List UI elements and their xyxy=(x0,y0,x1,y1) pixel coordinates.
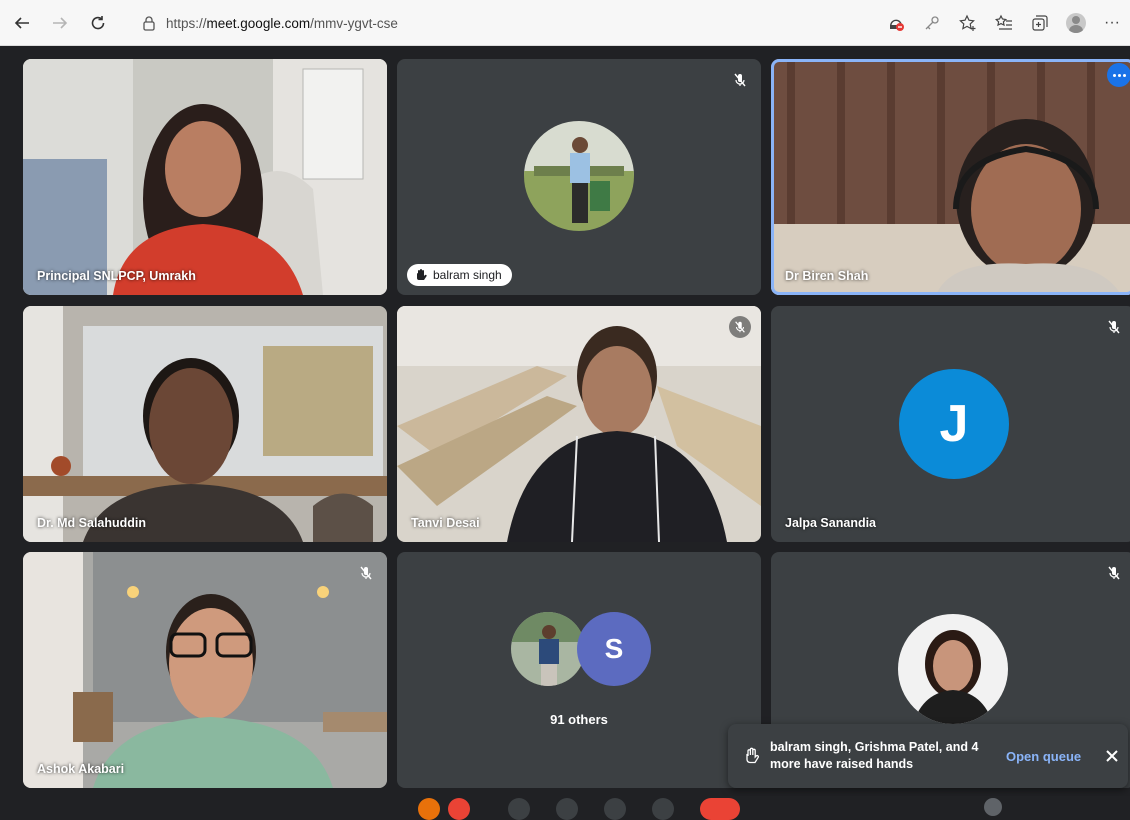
participant-tile-tanvi[interactable]: Tanvi Desai xyxy=(397,306,761,542)
favorites-list-icon xyxy=(995,14,1012,30)
muted-mic-icon xyxy=(729,316,751,338)
control-button[interactable] xyxy=(652,798,674,820)
more-dot xyxy=(1112,73,1116,77)
add-favorite-button[interactable] xyxy=(950,8,986,38)
dismiss-notification-button[interactable] xyxy=(1101,745,1123,767)
lock-icon xyxy=(143,16,155,31)
more-dot xyxy=(1117,73,1121,77)
participant-name: Jalpa Sanandia xyxy=(785,516,877,530)
participant-photo xyxy=(524,121,634,231)
forward-arrow-icon xyxy=(53,16,68,29)
others-tile[interactable]: S 91 others xyxy=(397,552,761,788)
key-icon xyxy=(925,16,939,30)
star-add-icon xyxy=(959,14,976,31)
camera-permission-button[interactable] xyxy=(878,8,914,38)
participant-video xyxy=(23,59,387,295)
leave-call-button[interactable] xyxy=(700,798,740,820)
collections-button[interactable] xyxy=(1022,8,1058,38)
participants-count-icon[interactable] xyxy=(984,798,1002,816)
participant-photo xyxy=(898,614,1008,724)
address-bar[interactable]: https://meet.google.com/mmv-ygvt-cse xyxy=(140,8,870,38)
collections-icon xyxy=(1032,15,1048,31)
participant-video xyxy=(771,59,1130,295)
participant-avatar: J xyxy=(899,369,1009,479)
participant-name: balram singh xyxy=(433,268,502,282)
participant-name: Principal SNLPCP, Umrakh xyxy=(37,269,196,283)
participant-tile-jalpa[interactable]: J Jalpa Sanandia xyxy=(771,306,1130,542)
more-options-label: ··· xyxy=(1104,14,1120,31)
forward-button[interactable] xyxy=(44,7,76,39)
url-path: /mmv-ygvt-cse xyxy=(310,15,398,31)
participant-tile-balram[interactable]: balram singh xyxy=(397,59,761,295)
raised-hand-icon xyxy=(417,269,427,280)
others-avatar: S xyxy=(577,612,651,686)
url-host: meet.google.com xyxy=(206,15,311,31)
control-button[interactable] xyxy=(604,798,626,820)
raised-hands-notification: balram singh, Grishma Patel, and 4 more … xyxy=(728,724,1128,788)
control-button[interactable] xyxy=(418,798,440,820)
password-button[interactable] xyxy=(914,8,950,38)
browser-toolbar: https://meet.google.com/mmv-ygvt-cse ··· xyxy=(0,0,1130,46)
participant-name: Ashok Akabari xyxy=(37,762,125,776)
control-button[interactable] xyxy=(556,798,578,820)
open-queue-button[interactable]: Open queue xyxy=(1006,749,1081,764)
meeting-controls-bar xyxy=(0,796,1130,820)
raised-hand-icon xyxy=(740,747,764,765)
muted-mic-icon xyxy=(355,562,377,584)
participant-tile-salahuddin[interactable]: Dr. Md Salahuddin xyxy=(23,306,387,542)
participant-video xyxy=(23,552,387,788)
muted-mic-icon xyxy=(729,69,751,91)
participant-tile-principal[interactable]: Principal SNLPCP, Umrakh xyxy=(23,59,387,295)
browser-tools: ··· xyxy=(878,8,1130,38)
profile-avatar-icon xyxy=(1066,13,1086,33)
back-arrow-icon xyxy=(14,16,29,29)
raised-hands-message: balram singh, Grishma Patel, and 4 more … xyxy=(770,740,979,771)
participant-name: Tanvi Desai xyxy=(411,516,480,530)
back-button[interactable] xyxy=(6,7,38,39)
more-options-button[interactable]: ··· xyxy=(1094,8,1130,38)
control-button[interactable] xyxy=(508,798,530,820)
reload-icon xyxy=(91,15,105,29)
participant-photo xyxy=(511,612,585,686)
reload-button[interactable] xyxy=(82,7,114,39)
muted-mic-icon xyxy=(1103,562,1125,584)
participant-name: Dr Biren Shah xyxy=(785,269,869,283)
muted-mic-icon xyxy=(1103,316,1125,338)
participant-tile-ashok[interactable]: Ashok Akabari xyxy=(23,552,387,788)
participant-video xyxy=(397,306,761,542)
profile-button[interactable] xyxy=(1058,8,1094,38)
others-count: 91 others xyxy=(550,712,608,727)
participant-video xyxy=(23,306,387,542)
participant-name: Dr. Md Salahuddin xyxy=(37,516,147,530)
participant-tile-biren[interactable]: Dr Biren Shah xyxy=(771,59,1130,295)
participant-name-pill: balram singh xyxy=(407,264,512,286)
close-icon xyxy=(1106,750,1118,762)
more-dot xyxy=(1122,73,1126,77)
url-scheme: https:// xyxy=(166,15,207,31)
camera-blocked-icon xyxy=(890,19,904,31)
control-button[interactable] xyxy=(448,798,470,820)
favorites-button[interactable] xyxy=(986,8,1022,38)
more-options-button[interactable] xyxy=(1107,63,1130,87)
